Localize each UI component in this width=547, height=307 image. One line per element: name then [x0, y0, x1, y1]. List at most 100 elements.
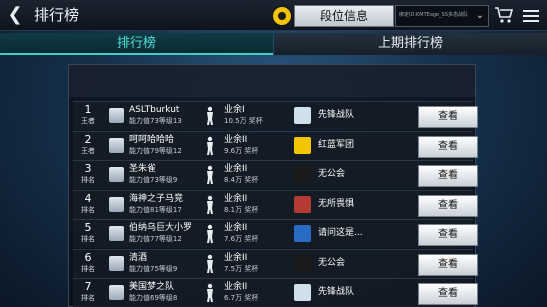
division-name: 业余II [224, 193, 248, 204]
rank-number: 6 [84, 250, 92, 264]
club-name: 红蓝军团 [318, 139, 355, 150]
rank-number: 1 [84, 103, 92, 116]
player-avatar [109, 255, 124, 271]
division-name: 业余II [224, 282, 248, 292]
leaderboard-row: 6 排名 清酒 能力值75等级9 业余II 7.5万 奖杯 无公会 查看 [73, 248, 478, 278]
club-name: 先锋战队 [318, 287, 355, 297]
leaderboard-row: 7 排名 美国梦之队 能力值69等级8 业余II 6.7万 奖杯 先锋战队 查看 [73, 278, 478, 307]
player-silhouette-icon [207, 254, 213, 273]
club-logo-icon [294, 284, 311, 301]
player-avatar [109, 108, 124, 123]
rank-label: 排名 [81, 176, 95, 184]
view-button[interactable]: 查看 [418, 224, 478, 246]
player-avatar [109, 137, 124, 153]
player-stats: 能力值73等级9 [129, 176, 178, 184]
leaderboard-panel: 1 王者 ASLTburkut 能力值73等级13 业余I 10.5万 奖杯 先… [68, 64, 478, 307]
leaderboard-row: 5 排名 伯纳乌巨大小罗 能力值77等级12 业余II 7.6万 奖杯 请问这是… [73, 219, 478, 248]
rank-label: 排名 [81, 235, 95, 243]
rank-label: 排名 [81, 294, 95, 302]
player-silhouette-icon [207, 283, 213, 302]
rank-cell: 4 排名 [75, 191, 101, 219]
player-name: 呵呵哈哈哈 [129, 134, 175, 145]
trophy-count: 9.6万 奖杯 [224, 146, 259, 155]
account-selector[interactable]: 绑定ID:KMTEage_SS多态战队 ⌄ [395, 5, 489, 27]
rank-number: 5 [84, 221, 92, 234]
player-stats: 能力值77等级12 [129, 235, 182, 243]
player-stats: 能力值81等级17 [129, 205, 182, 214]
rank-label: 王者 [81, 117, 95, 125]
page-title: 排行榜 [34, 6, 80, 24]
player-silhouette-icon [207, 224, 213, 243]
club-logo-icon [294, 254, 311, 272]
menu-icon[interactable] [523, 7, 539, 23]
rank-cell: 2 王者 [75, 132, 101, 160]
rank-number: 2 [84, 132, 92, 146]
player-name: 美国梦之队 [129, 282, 175, 292]
view-button[interactable]: 查看 [418, 283, 478, 305]
division-name: 业余I [224, 105, 245, 115]
trophy-count: 8.1万 奖杯 [224, 205, 259, 214]
rank-cell: 7 排名 [75, 279, 101, 307]
view-button[interactable]: 查看 [418, 194, 478, 217]
cart-icon[interactable] [494, 6, 514, 24]
view-button[interactable]: 查看 [418, 253, 478, 276]
leaderboard-row: 3 排名 圣朱雀 能力值73等级9 业余II 8.4万 奖杯 无公会 查看 [73, 160, 478, 189]
trophy-count: 10.5万 奖杯 [224, 117, 263, 125]
chevron-down-icon: ⌄ [475, 10, 484, 21]
leaderboard-row: 2 王者 呵呵哈哈哈 能力值79等级12 业余II 9.6万 奖杯 红蓝军团 查… [73, 130, 478, 160]
division-name: 业余II [224, 134, 248, 145]
tab-leaderboard[interactable]: 排行榜 [0, 33, 273, 55]
division-name: 业余II [224, 164, 248, 174]
player-stats: 能力值73等级13 [129, 117, 182, 125]
leaderboard-row: 1 王者 ASLTburkut 能力值73等级13 业余I 10.5万 奖杯 先… [73, 101, 478, 130]
division-name: 业余II [224, 223, 248, 233]
player-silhouette-icon [207, 106, 213, 125]
player-silhouette-icon [207, 136, 213, 155]
club-name: 请问这是... [318, 228, 363, 238]
rank-number: 3 [84, 162, 92, 175]
trophy-count: 7.6万 奖杯 [224, 235, 259, 243]
rank-cell: 3 排名 [75, 161, 101, 189]
player-silhouette-icon [207, 165, 213, 184]
player-stats: 能力值69等级8 [129, 294, 178, 302]
rank-label: 排名 [81, 205, 95, 214]
leaderboard-row: 4 排名 海神之子马竞 能力值81等级17 业余II 8.1万 奖杯 无所畏惧 … [73, 189, 478, 219]
account-text: 绑定ID:KMTEage_SS多态战队 [399, 12, 468, 18]
rank-number: 4 [84, 191, 92, 205]
club-logo-icon [294, 166, 311, 183]
back-arrow-icon[interactable]: ❮ [4, 5, 26, 25]
player-name: ASLTburkut [129, 105, 180, 115]
club-name: 无公会 [318, 257, 346, 268]
division-name: 业余II [224, 252, 248, 263]
club-logo-icon [294, 107, 311, 124]
trophy-count: 8.4万 奖杯 [224, 176, 259, 184]
view-button[interactable]: 查看 [418, 165, 478, 187]
player-name: 海神之子马竞 [129, 193, 184, 204]
player-name: 圣朱雀 [129, 164, 157, 174]
club-name: 无公会 [318, 169, 346, 179]
club-logo-icon [294, 136, 311, 154]
view-button[interactable]: 查看 [418, 106, 478, 128]
player-stats: 能力值79等级12 [129, 146, 182, 155]
club-logo-icon [294, 195, 311, 213]
view-button[interactable]: 查看 [418, 135, 478, 158]
player-avatar [109, 167, 124, 182]
rank-info-button[interactable]: 段位信息 [294, 5, 394, 27]
club-logo-icon [294, 225, 311, 242]
player-avatar [109, 285, 124, 300]
club-name: 无所畏惧 [318, 198, 355, 209]
rank-number: 7 [84, 280, 92, 293]
rank-label: 王者 [81, 146, 95, 155]
rank-cell: 1 王者 [75, 102, 101, 130]
panel-header [69, 65, 475, 97]
tab-last-season-leaderboard[interactable]: 上期排行榜 [274, 33, 547, 55]
player-avatar [109, 226, 124, 241]
rank-cell: 5 排名 [75, 220, 101, 248]
player-stats: 能力值75等级9 [129, 264, 178, 273]
player-silhouette-icon [207, 195, 213, 214]
trophy-count: 7.5万 奖杯 [224, 264, 259, 273]
top-bar: ❮ 排行榜 段位信息 绑定ID:KMTEage_SS多态战队 ⌄ [0, 0, 547, 31]
rank-cell: 6 排名 [75, 250, 101, 278]
club-name: 先锋战队 [318, 110, 355, 120]
club-badge-icon [272, 6, 292, 26]
